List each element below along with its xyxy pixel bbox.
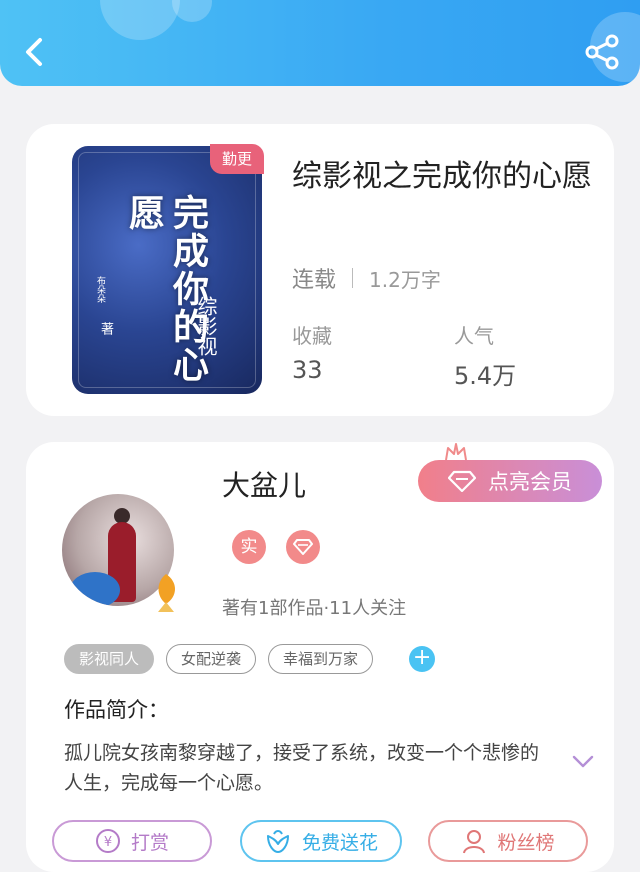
verified-badge: 实 <box>232 530 266 564</box>
diamond-icon <box>448 470 476 492</box>
add-tag-button[interactable]: + <box>409 646 436 672</box>
tag-chip[interactable]: 影视同人 <box>64 644 155 674</box>
fan-ranking-label: 粉丝榜 <box>497 831 555 854</box>
stat-value-favorites: 33 <box>292 356 323 384</box>
author-card: 大盆儿 点亮会员 实 著有1部作品·11人关注 影视同人 女配逆袭 幸福到万家 … <box>26 442 614 872</box>
stat-label-popularity: 人气 <box>454 324 494 348</box>
vip-diamond-badge <box>286 530 320 564</box>
book-cover[interactable]: 布朵朵 著 完成你的心愿 综影视 <box>72 146 262 394</box>
cover-author-mark: 著 <box>98 322 113 335</box>
svg-text:¥: ¥ <box>104 835 112 850</box>
top-header <box>0 0 640 86</box>
author-info: 著有1部作品·11人关注 <box>222 598 407 619</box>
activate-vip-button[interactable]: 点亮会员 <box>418 460 602 502</box>
vip-button-label: 点亮会员 <box>488 470 572 494</box>
book-status: 连载 <box>292 268 337 293</box>
decor-bubble <box>172 0 212 22</box>
share-icon[interactable] <box>582 32 622 72</box>
flower-icon <box>266 830 289 853</box>
crown-icon <box>445 443 467 461</box>
reward-label: 打赏 <box>130 831 169 854</box>
cover-author: 布朵朵 <box>95 276 105 303</box>
action-bar: ¥ 打赏 免费送花 粉丝榜 <box>52 820 640 862</box>
meta-divider <box>352 268 354 288</box>
koi-fish-icon <box>158 574 175 612</box>
book-info-card: 布朵朵 著 完成你的心愿 综影视 勤更 综影视之完成你的心愿 连载 1.2万字 … <box>26 124 614 416</box>
book-meta: 连载 1.2万字 <box>292 262 441 294</box>
intro-label: 作品简介： <box>64 698 169 722</box>
stat-label-favorites: 收藏 <box>292 324 332 348</box>
diamond-icon <box>293 539 313 555</box>
back-arrow-icon[interactable] <box>18 34 54 70</box>
intro-text: 孤儿院女孩南黎穿越了，接受了系统，改变一个个悲惨的人生，完成每一个心愿。 <box>64 742 540 794</box>
tag-chip[interactable]: 幸福到万家 <box>268 644 374 674</box>
word-count: 1.2万字 <box>369 267 441 292</box>
free-flower-label: 免费送花 <box>301 831 378 854</box>
chevron-down-icon[interactable] <box>572 754 594 770</box>
fan-ranking-button[interactable]: 粉丝榜 <box>428 820 588 862</box>
cover-subtitle: 综影视 <box>194 296 218 356</box>
avatar-wave <box>70 572 120 606</box>
author-name: 大盆儿 <box>222 469 307 502</box>
update-badge: 勤更 <box>210 144 264 174</box>
decor-bubble <box>100 0 180 40</box>
stat-value-popularity: 5.4万 <box>454 362 517 390</box>
free-flower-button[interactable]: 免费送花 <box>240 820 402 862</box>
book-title: 综影视之完成你的心愿 <box>292 159 592 194</box>
tag-list: 影视同人 女配逆袭 幸福到万家 + <box>64 644 436 674</box>
yen-icon: ¥ <box>95 829 120 853</box>
reward-button[interactable]: ¥ 打赏 <box>52 820 212 862</box>
user-icon <box>463 830 486 854</box>
cover-title: 完成你的心愿 <box>123 194 209 384</box>
tag-chip[interactable]: 女配逆袭 <box>166 644 257 674</box>
